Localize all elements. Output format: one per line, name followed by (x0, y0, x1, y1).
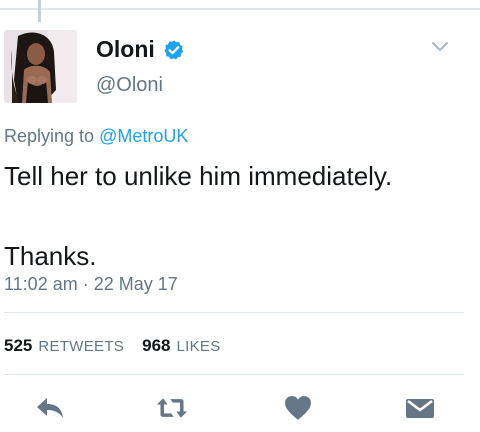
top-divider (0, 0, 480, 10)
avatar-image (4, 30, 77, 103)
reply-button[interactable] (34, 394, 66, 422)
heart-icon (285, 396, 311, 420)
retweet-label[interactable]: RETWEETS (38, 338, 124, 355)
reply-mention-link[interactable]: @MetroUK (99, 126, 188, 146)
user-handle[interactable]: @Oloni (96, 74, 163, 97)
chevron-down-icon[interactable] (430, 40, 450, 54)
envelope-icon (406, 399, 434, 418)
author-name-row[interactable]: Oloni (96, 36, 185, 63)
thread-connector-line (38, 0, 41, 22)
retweet-count[interactable]: 525 (4, 336, 32, 356)
direct-message-button[interactable] (404, 394, 436, 422)
tweet-text-line: Thanks. (4, 241, 97, 271)
retweet-button[interactable] (156, 394, 188, 422)
tweet-text-line: Tell her to unlike him immediately. (4, 161, 393, 191)
tweet-timestamp[interactable]: 11:02 am · 22 May 17 (4, 274, 178, 295)
divider (4, 374, 464, 375)
divider (4, 312, 464, 313)
like-button[interactable] (282, 394, 314, 422)
replying-to-label: Replying to (4, 126, 95, 146)
like-label[interactable]: LIKES (177, 338, 221, 355)
tweet-text: Tell her to unlike him immediately. Than… (4, 156, 392, 276)
verified-badge-icon (164, 39, 183, 60)
display-name[interactable]: Oloni (96, 36, 155, 63)
retweet-icon (156, 398, 188, 418)
avatar[interactable] (4, 30, 77, 103)
replying-to-line: Replying to @MetroUK (4, 126, 188, 147)
like-count[interactable]: 968 (142, 336, 170, 356)
engagement-stats: 525 RETWEETS 968 LIKES (4, 336, 221, 356)
reply-icon (37, 398, 63, 418)
